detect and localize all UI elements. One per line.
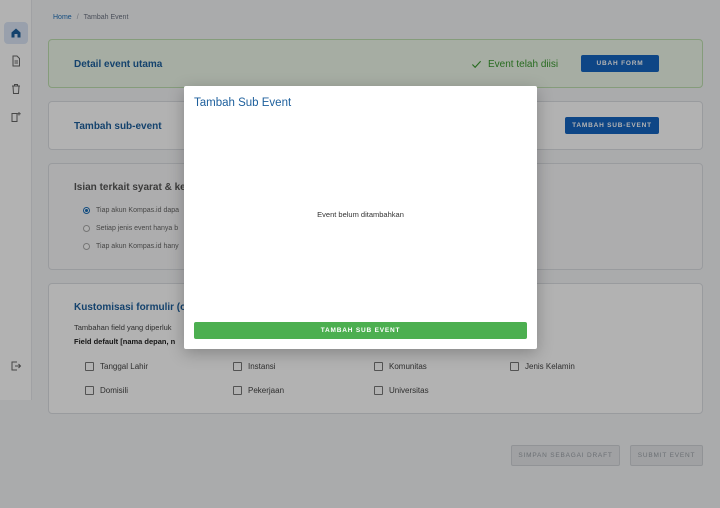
modal-empty-message: Event belum ditambahkan	[317, 210, 404, 219]
modal-tambah-sub-event-button[interactable]: TAMBAH SUB EVENT	[194, 322, 527, 339]
modal-title: Tambah Sub Event	[194, 97, 292, 109]
tambah-sub-event-modal: Tambah Sub Event Event belum ditambahkan…	[184, 86, 537, 349]
